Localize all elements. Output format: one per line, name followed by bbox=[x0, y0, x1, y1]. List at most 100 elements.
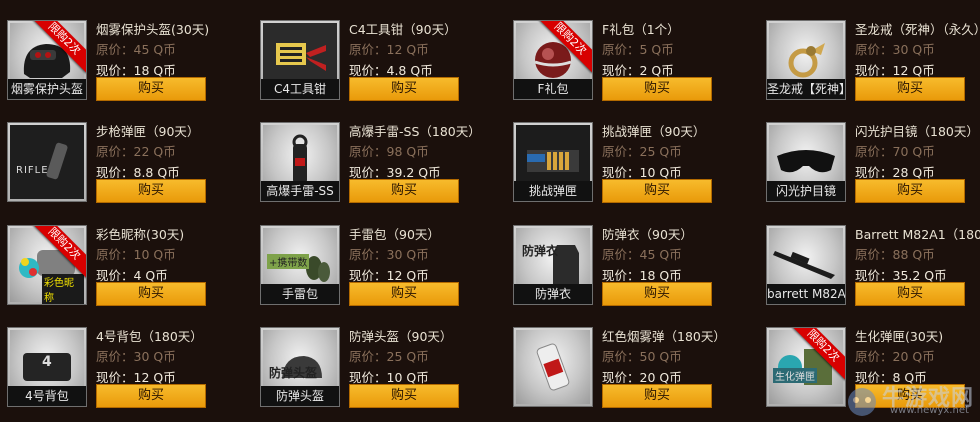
product-card: 高爆手雷-SS 高爆手雷-SS（180天） 原价：98 Q币 现价：39.2 Q… bbox=[253, 122, 503, 217]
product-name: F礼包（1个） bbox=[602, 22, 680, 37]
thumbnail-caption: 手雷包 bbox=[261, 284, 339, 304]
product-card: 彩色昵称 限购2次 彩色昵称(30天) 原价：10 Q币 现价：4 Q币 购买 bbox=[0, 225, 250, 320]
product-name: 防弹头盔（90天） bbox=[349, 329, 453, 344]
buy-button[interactable]: 购买 bbox=[855, 282, 965, 306]
buy-button[interactable]: 购买 bbox=[602, 77, 712, 101]
original-price: 原价：30 Q币 bbox=[96, 349, 176, 364]
product-name: 红色烟雾弹（180天） bbox=[602, 329, 726, 344]
product-card: 挑战弹匣 挑战弹匣（90天） 原价：25 Q币 现价：10 Q币 购买 bbox=[506, 122, 756, 217]
buy-button[interactable]: 购买 bbox=[855, 77, 965, 101]
rifle-mag-icon: RIFLE bbox=[10, 125, 84, 199]
product-thumbnail[interactable]: 圣龙戒【死神】 bbox=[766, 20, 846, 100]
original-price: 原价：70 Q币 bbox=[855, 144, 935, 159]
product-thumbnail[interactable]: 4 4号背包 bbox=[7, 327, 87, 407]
thumbnail-caption: C4工具钳 bbox=[261, 79, 339, 99]
product-card: 烟雾保护头盔 限购2次 烟雾保护头盔(30天) 原价：45 Q币 现价：18 Q… bbox=[0, 20, 250, 115]
product-name: 烟雾保护头盔(30天) bbox=[96, 22, 210, 37]
original-price: 原价：10 Q币 bbox=[96, 247, 176, 262]
nickname-label: 彩色昵称 bbox=[42, 274, 84, 304]
buy-button[interactable]: 购买 bbox=[602, 179, 712, 203]
original-price: 原价：45 Q币 bbox=[602, 247, 682, 262]
original-price: 原价：25 Q币 bbox=[349, 349, 429, 364]
rifle-label: RIFLE bbox=[16, 165, 49, 176]
product-thumbnail[interactable]: F礼包 限购2次 bbox=[513, 20, 593, 100]
product-card: 圣龙戒【死神】 圣龙戒（死神）（永久） 原价：30 Q币 现价：12 Q币 购买 bbox=[759, 20, 980, 115]
product-thumbnail[interactable]: +携带数 手雷包 bbox=[260, 225, 340, 305]
product-card: 4 4号背包 4号背包（180天） 原价：30 Q币 现价：12 Q币 购买 bbox=[0, 327, 250, 422]
product-thumbnail[interactable]: 闪光护目镜 bbox=[766, 122, 846, 202]
buy-button[interactable]: 购买 bbox=[349, 282, 459, 306]
buy-button[interactable]: 购买 bbox=[602, 282, 712, 306]
site-watermark: 牛游戏网 www.newyx.net bbox=[824, 380, 974, 420]
product-card: 红色烟雾弹（180天） 原价：50 Q币 现价：20 Q币 购买 bbox=[506, 327, 756, 422]
bio-label: 生化弹匣 bbox=[773, 368, 817, 383]
original-price: 原价：12 Q币 bbox=[349, 42, 429, 57]
product-name: 圣龙戒（死神）（永久） bbox=[855, 22, 980, 37]
product-name: 生化弹匣(30天) bbox=[855, 329, 944, 344]
product-thumbnail[interactable]: RIFLE bbox=[7, 122, 87, 202]
product-thumbnail[interactable]: 挑战弹匣 bbox=[513, 122, 593, 202]
product-name: 挑战弹匣（90天） bbox=[602, 124, 706, 139]
thumbnail-caption: 圣龙戒【死神】 bbox=[767, 79, 845, 99]
original-price: 原价：20 Q币 bbox=[855, 349, 935, 364]
helmet-label: 防弹头盔 bbox=[269, 366, 318, 380]
product-name: C4工具钳（90天） bbox=[349, 22, 457, 37]
original-price: 原价：22 Q币 bbox=[96, 144, 176, 159]
product-card: barrett M82A1 Barrett M82A1（180天） 原价：88 … bbox=[759, 225, 980, 320]
product-thumbnail[interactable] bbox=[513, 327, 593, 407]
thumbnail-caption: 挑战弹匣 bbox=[514, 181, 592, 201]
buy-button[interactable]: 购买 bbox=[349, 179, 459, 203]
carry-count-label: +携带数 bbox=[267, 254, 310, 269]
thumbnail-caption: 防弹头盔 bbox=[261, 386, 339, 406]
product-name: 防弹衣（90天） bbox=[602, 227, 693, 242]
thumbnail-caption: 4号背包 bbox=[8, 386, 86, 406]
original-price: 原价：30 Q币 bbox=[349, 247, 429, 262]
product-thumbnail[interactable]: 防弹衣 防弹衣 bbox=[513, 225, 593, 305]
mascot-icon bbox=[848, 388, 876, 416]
shop-grid: 烟雾保护头盔 限购2次 烟雾保护头盔(30天) 原价：45 Q币 现价：18 Q… bbox=[0, 0, 980, 422]
product-thumbnail[interactable]: 烟雾保护头盔 限购2次 bbox=[7, 20, 87, 100]
product-card: F礼包 限购2次 F礼包（1个） 原价：5 Q币 现价：2 Q币 购买 bbox=[506, 20, 756, 115]
buy-button[interactable]: 购买 bbox=[96, 282, 206, 306]
backpack-number: 4 bbox=[42, 354, 52, 370]
buy-button[interactable]: 购买 bbox=[96, 179, 206, 203]
product-thumbnail[interactable]: 防弹头盔 防弹头盔 bbox=[260, 327, 340, 407]
smoke-grenade-icon bbox=[516, 330, 590, 404]
original-price: 原价：88 Q币 bbox=[855, 247, 935, 262]
watermark-url: www.newyx.net bbox=[890, 405, 969, 416]
product-thumbnail[interactable]: barrett M82A1 bbox=[766, 225, 846, 305]
buy-button[interactable]: 购买 bbox=[96, 384, 206, 408]
product-card: 闪光护目镜 闪光护目镜（180天） 原价：70 Q币 现价：28 Q币 购买 bbox=[759, 122, 980, 217]
thumbnail-caption: 烟雾保护头盔 bbox=[8, 79, 86, 99]
product-name: 手雷包（90天） bbox=[349, 227, 440, 242]
product-thumbnail[interactable]: 彩色昵称 限购2次 bbox=[7, 225, 87, 305]
thumbnail-caption: 闪光护目镜 bbox=[767, 181, 845, 201]
product-thumbnail[interactable]: 高爆手雷-SS bbox=[260, 122, 340, 202]
product-name: 彩色昵称(30天) bbox=[96, 227, 185, 242]
buy-button[interactable]: 购买 bbox=[349, 77, 459, 101]
product-name: Barrett M82A1（180天） bbox=[855, 227, 980, 242]
product-name: 4号背包（180天） bbox=[96, 329, 203, 344]
product-name: 高爆手雷-SS（180天） bbox=[349, 124, 481, 139]
product-thumbnail[interactable]: C4工具钳 bbox=[260, 20, 340, 100]
original-price: 原价：5 Q币 bbox=[602, 42, 674, 57]
thumbnail-caption: 防弹衣 bbox=[514, 284, 592, 304]
thumbnail-caption: F礼包 bbox=[514, 79, 592, 99]
buy-button[interactable]: 购买 bbox=[602, 384, 712, 408]
vest-label: 防弹衣 bbox=[522, 244, 559, 258]
original-price: 原价：50 Q币 bbox=[602, 349, 682, 364]
buy-button[interactable]: 购买 bbox=[855, 179, 965, 203]
product-name: 步枪弹匣（90天） bbox=[96, 124, 200, 139]
buy-button[interactable]: 购买 bbox=[349, 384, 459, 408]
product-card: +携带数 手雷包 手雷包（90天） 原价：30 Q币 现价：12 Q币 购买 bbox=[253, 225, 503, 320]
thumbnail-caption: 高爆手雷-SS bbox=[261, 181, 339, 201]
original-price: 原价：98 Q币 bbox=[349, 144, 429, 159]
original-price: 原价：25 Q币 bbox=[602, 144, 682, 159]
product-card: 防弹衣 防弹衣 防弹衣（90天） 原价：45 Q币 现价：18 Q币 购买 bbox=[506, 225, 756, 320]
product-card: 防弹头盔 防弹头盔 防弹头盔（90天） 原价：25 Q币 现价：10 Q币 购买 bbox=[253, 327, 503, 422]
original-price: 原价：45 Q币 bbox=[96, 42, 176, 57]
original-price: 原价：30 Q币 bbox=[855, 42, 935, 57]
product-card: C4工具钳 C4工具钳（90天） 原价：12 Q币 现价：4.8 Q币 购买 bbox=[253, 20, 503, 115]
product-card: RIFLE 步枪弹匣（90天） 原价：22 Q币 现价：8.8 Q币 购买 bbox=[0, 122, 250, 217]
buy-button[interactable]: 购买 bbox=[96, 77, 206, 101]
